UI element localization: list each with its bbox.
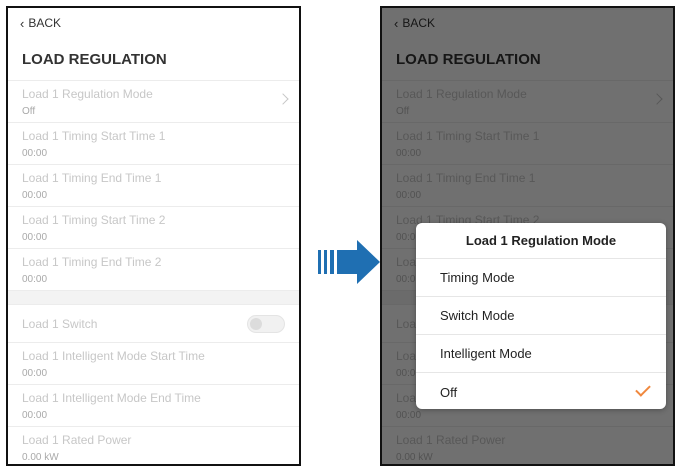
setting-timing-end-1[interactable]: Load 1 Timing End Time 1 00:00 [8,164,299,206]
regulation-mode-dialog: Load 1 Regulation Mode Timing Mode Switc… [416,223,666,409]
setting-value: 00:00 [22,190,48,201]
setting-value: 00:00 [22,148,48,159]
setting-timing-end-2[interactable]: Load 1 Timing End Time 2 00:00 [8,248,299,290]
setting-label: Load 1 Intelligent Mode End Time [22,391,201,405]
setting-label: Load 1 Regulation Mode [22,87,153,101]
setting-value: 00:00 [22,368,48,379]
setting-label: Load 1 Intelligent Mode Start Time [22,349,205,363]
option-off[interactable]: Off [416,373,666,409]
option-label: Timing Mode [440,270,515,285]
load-switch-toggle[interactable] [247,315,285,333]
screen-before: ‹ BACK LOAD REGULATION Load 1 Regulation… [6,6,301,466]
toggle-knob [250,318,262,330]
chevron-left-icon: ‹ [20,15,25,31]
setting-value: 0.00 kW [22,452,59,463]
option-intelligent-mode[interactable]: Intelligent Mode [416,335,666,373]
setting-value: 00:00 [22,232,48,243]
right-arrow-icon [318,240,380,284]
setting-rated-power[interactable]: Load 1 Rated Power 0.00 kW [8,426,299,464]
option-switch-mode[interactable]: Switch Mode [416,297,666,335]
back-button[interactable]: ‹ BACK [8,8,299,38]
setting-value: 00:00 [22,410,48,421]
screen-after: ‹ BACK LOAD REGULATION Load 1 Regulation… [380,6,675,466]
setting-intelligent-start[interactable]: Load 1 Intelligent Mode Start Time 00:00 [8,342,299,384]
setting-load-switch: Load 1 Switch [8,304,299,342]
option-label: Intelligent Mode [440,346,532,361]
setting-label: Load 1 Timing End Time 2 [22,255,162,269]
back-label: BACK [28,16,62,30]
option-label: Off [440,384,458,400]
setting-timing-start-1[interactable]: Load 1 Timing Start Time 1 00:00 [8,122,299,164]
section-divider [8,290,299,304]
setting-value: 00:00 [22,274,48,285]
setting-regulation-mode[interactable]: Load 1 Regulation Mode Off [8,80,299,122]
option-timing-mode[interactable]: Timing Mode [416,259,666,297]
dialog-title: Load 1 Regulation Mode [416,223,666,259]
setting-value: Off [22,106,36,117]
setting-label: Load 1 Timing End Time 1 [22,171,162,185]
page-title: LOAD REGULATION [22,50,167,68]
setting-intelligent-end[interactable]: Load 1 Intelligent Mode End Time 00:00 [8,384,299,426]
setting-label: Load 1 Switch [22,316,98,331]
option-label: Switch Mode [440,308,515,323]
setting-label: Load 1 Rated Power [22,433,132,447]
setting-label: Load 1 Timing Start Time 1 [22,129,166,143]
setting-label: Load 1 Timing Start Time 2 [22,213,166,227]
setting-timing-start-2[interactable]: Load 1 Timing Start Time 2 00:00 [8,206,299,248]
checkmark-icon [635,381,651,397]
